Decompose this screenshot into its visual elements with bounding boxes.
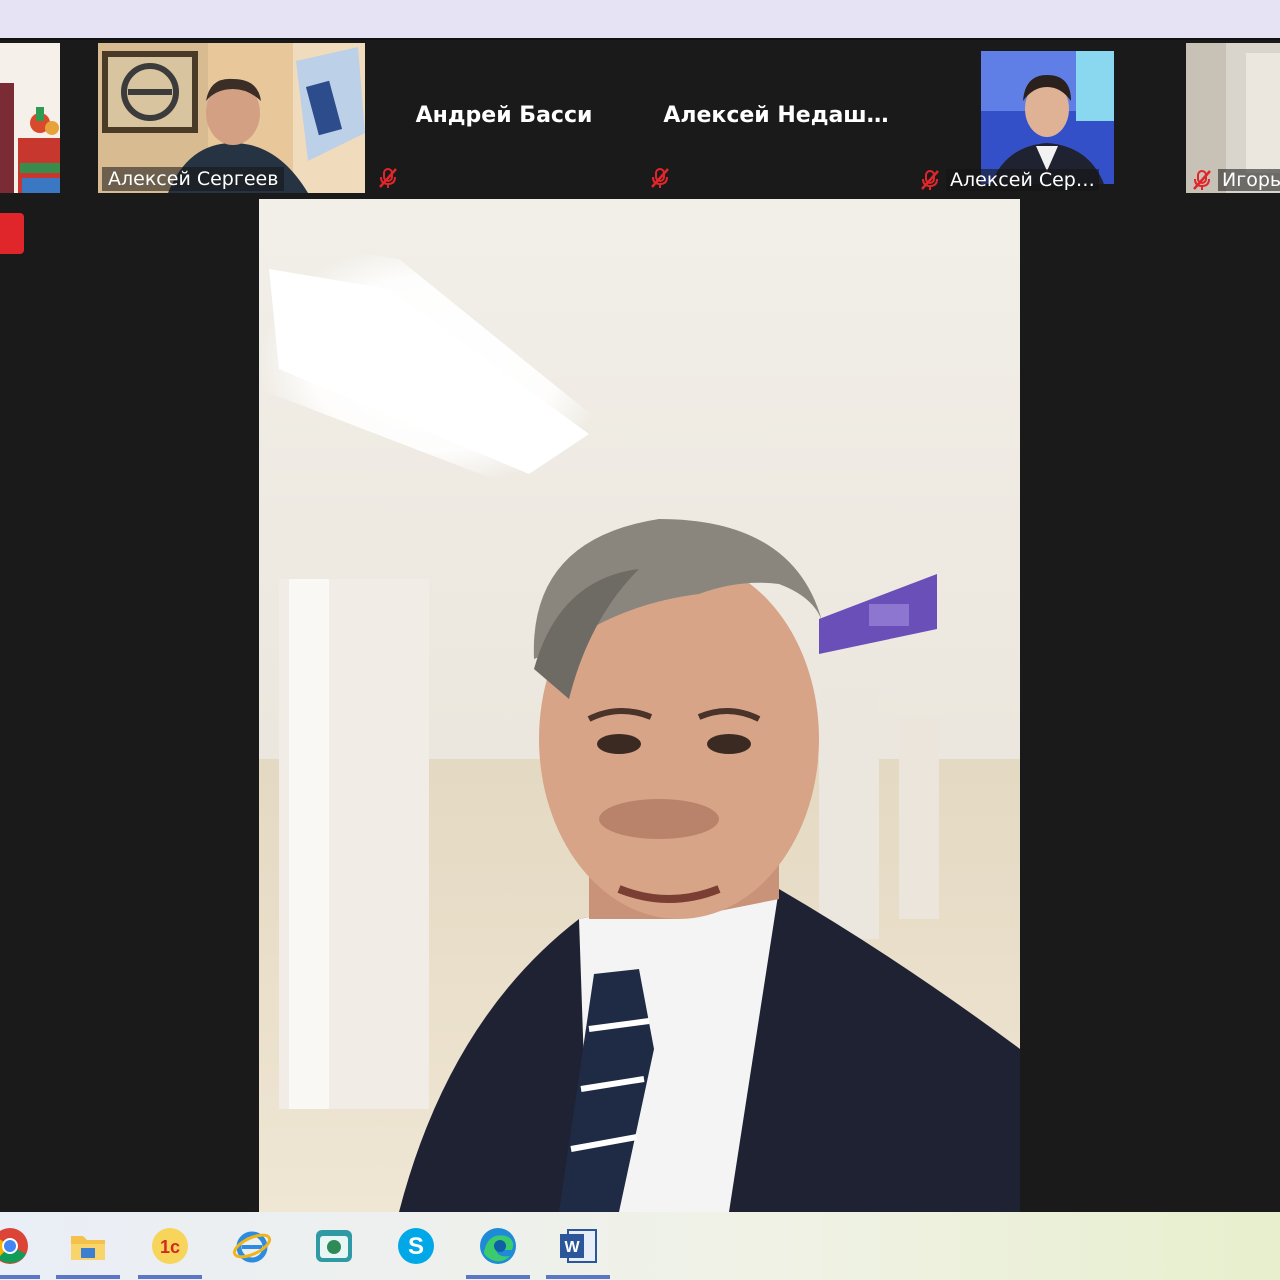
backup-app-icon[interactable] bbox=[310, 1222, 358, 1270]
windows-taskbar: 1с S W bbox=[0, 1212, 1280, 1280]
participant-tile-1[interactable]: Алексей Сергеев bbox=[98, 43, 365, 193]
word-icon[interactable]: W bbox=[554, 1222, 602, 1270]
chrome-icon[interactable] bbox=[0, 1222, 34, 1270]
participant-tile-5[interactable]: Игорь bbox=[1186, 43, 1280, 193]
participant-name-1: Алексей Сергеев bbox=[102, 167, 285, 191]
active-speaker-video[interactable] bbox=[259, 199, 1020, 1212]
microphone-muted-icon bbox=[921, 170, 939, 190]
participant-name-2: Андрей Басси bbox=[415, 103, 593, 128]
participant-tile-0[interactable] bbox=[0, 43, 60, 193]
edge-icon[interactable] bbox=[474, 1222, 522, 1270]
microphone-muted-icon bbox=[651, 168, 669, 188]
participant-tile-3[interactable]: Алексей Недаш… bbox=[642, 43, 910, 193]
participant-tile-4[interactable]: Алексей Сер… bbox=[914, 43, 1182, 193]
1c-icon[interactable]: 1с bbox=[146, 1222, 194, 1270]
microphone-muted-icon bbox=[1193, 170, 1211, 190]
participant-tile-2[interactable]: Андрей Басси bbox=[370, 43, 638, 193]
participant-name-4: Алексей Сер… bbox=[946, 169, 1099, 191]
participant-video-0 bbox=[0, 43, 60, 193]
window-title-bar bbox=[0, 0, 1280, 40]
recording-indicator bbox=[0, 213, 24, 254]
participant-name-5: Игорь bbox=[1218, 169, 1280, 191]
skype-icon[interactable]: S bbox=[392, 1222, 440, 1270]
svg-text:W: W bbox=[564, 1239, 580, 1256]
participant-avatar-4 bbox=[981, 51, 1114, 184]
file-explorer-icon[interactable] bbox=[64, 1222, 112, 1270]
participant-strip: Алексей Сергеев Андрей Басси Алексей Нед… bbox=[0, 40, 1280, 196]
meeting-stage: Алексей Сергеев Андрей Басси Алексей Нед… bbox=[0, 40, 1280, 1212]
speaker-video-frame bbox=[259, 199, 1020, 1212]
internet-explorer-icon[interactable] bbox=[228, 1222, 276, 1270]
participant-name-3: Алексей Недаш… bbox=[663, 103, 889, 128]
microphone-muted-icon bbox=[379, 168, 397, 188]
svg-text:1с: 1с bbox=[160, 1237, 180, 1257]
svg-text:S: S bbox=[408, 1233, 424, 1260]
